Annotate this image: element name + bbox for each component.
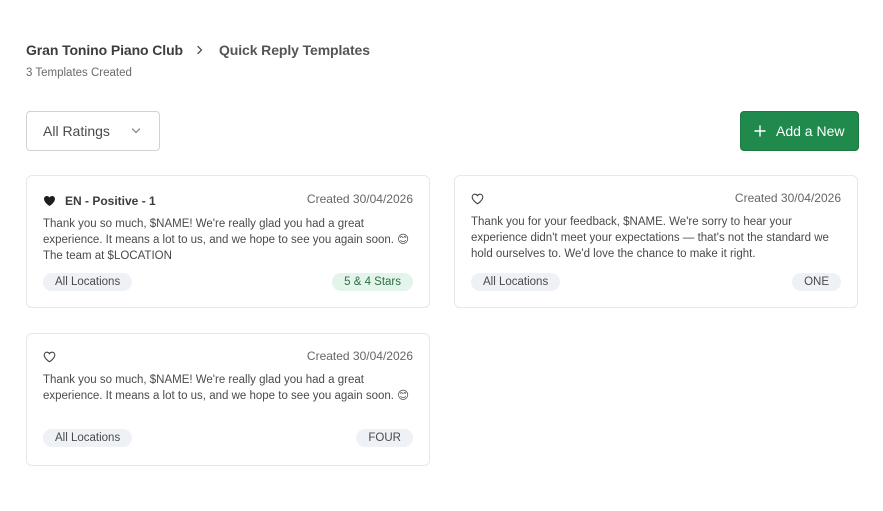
- location-badge: All Locations: [43, 429, 133, 447]
- template-body: Thank you so much, $NAME! We're really g…: [43, 374, 410, 402]
- heart-filled-icon[interactable]: [43, 195, 56, 207]
- chevron-down-icon: [131, 128, 141, 134]
- template-body: Thank you for your feedback, $NAME. We'r…: [471, 216, 829, 260]
- template-date: Created 30/04/2026: [306, 349, 413, 363]
- template-card[interactable]: Created 30/04/2026 Thank you so much, $N…: [26, 333, 430, 466]
- template-name: EN - Positive - 1: [65, 194, 156, 208]
- templates-count: 3 Templates Created: [26, 67, 132, 79]
- template-body: Thank you so much, $NAME! We're really g…: [43, 218, 410, 262]
- breadcrumb: Gran Tonino Piano Club Quick Reply Templ…: [26, 41, 370, 59]
- rating-filter-value: All Ratings: [43, 123, 110, 139]
- rating-filter-select[interactable]: All Ratings: [26, 111, 160, 151]
- template-date: Created 30/04/2026: [306, 192, 413, 206]
- template-date: Created 30/04/2026: [734, 191, 841, 205]
- page-title: Quick Reply Templates: [218, 42, 370, 58]
- plus-icon: [754, 125, 766, 137]
- chevron-right-icon: [195, 45, 205, 55]
- rating-badge: 5 & 4 Stars: [332, 273, 413, 291]
- heart-outline-icon[interactable]: [43, 351, 56, 363]
- rating-badge: ONE: [792, 273, 841, 291]
- location-badge: All Locations: [43, 273, 133, 291]
- template-card[interactable]: Created 30/04/2026 Thank you for your fe…: [454, 175, 858, 308]
- location-badge: All Locations: [471, 273, 561, 291]
- breadcrumb-club-link[interactable]: Gran Tonino Piano Club: [26, 42, 183, 58]
- heart-outline-icon[interactable]: [471, 193, 484, 205]
- rating-badge: FOUR: [356, 429, 413, 447]
- add-template-button[interactable]: Add a New: [740, 111, 859, 151]
- add-template-label: Add a New: [776, 123, 845, 139]
- template-card[interactable]: EN - Positive - 1 Created 30/04/2026 Tha…: [26, 175, 430, 308]
